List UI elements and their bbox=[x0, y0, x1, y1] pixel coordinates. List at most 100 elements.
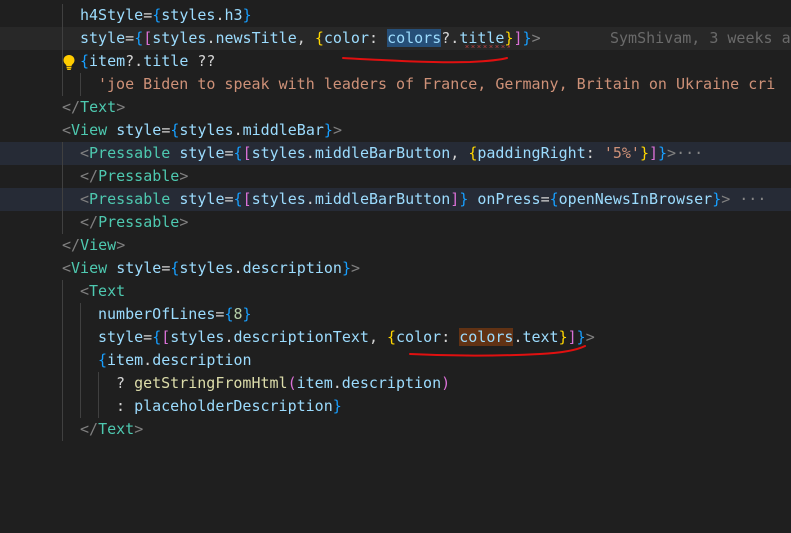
code-line[interactable]: <View style={styles.description}> bbox=[0, 257, 791, 280]
token: < bbox=[80, 282, 90, 300]
token: description bbox=[152, 351, 252, 369]
indent-guide bbox=[62, 280, 63, 303]
token: item bbox=[107, 351, 144, 369]
code-text: <Pressable style={[styles.middleBarButto… bbox=[80, 142, 703, 165]
token: ] bbox=[513, 29, 523, 47]
token: . bbox=[233, 121, 243, 139]
indent-guide bbox=[62, 50, 63, 73]
code-line-folded[interactable]: <Pressable style={[styles.middleBarButto… bbox=[0, 188, 791, 211]
code-line[interactable]: </Pressable> bbox=[0, 165, 791, 188]
token: } bbox=[712, 190, 722, 208]
token: : bbox=[585, 144, 604, 162]
token: style bbox=[116, 121, 162, 139]
token: Pressable bbox=[98, 213, 180, 231]
token: style bbox=[116, 259, 162, 277]
code-line[interactable]: ? getStringFromHtml(item.description) bbox=[0, 372, 791, 395]
token: > bbox=[116, 236, 126, 254]
token: } bbox=[459, 190, 469, 208]
token: { bbox=[549, 190, 559, 208]
token: Text bbox=[98, 420, 135, 438]
indent-guide bbox=[98, 395, 99, 418]
token: } bbox=[323, 121, 333, 139]
code-line[interactable]: h4Style={styles.h3} bbox=[0, 4, 791, 27]
indent-guide bbox=[98, 372, 99, 395]
token: { bbox=[98, 351, 108, 369]
token: . bbox=[143, 351, 153, 369]
indent-guide bbox=[62, 395, 63, 418]
token: ] bbox=[450, 190, 460, 208]
token: , bbox=[450, 144, 469, 162]
code-line[interactable]: : placeholderDescription} bbox=[0, 395, 791, 418]
code-line[interactable]: {item.description bbox=[0, 349, 791, 372]
token: = bbox=[224, 190, 234, 208]
indent-guide bbox=[62, 27, 63, 50]
code-text: 'joe Biden to speak with leaders of Fran… bbox=[98, 73, 775, 96]
code-text: {item.description bbox=[98, 349, 252, 372]
token: Pressable bbox=[89, 144, 171, 162]
fold-ellipsis-icon[interactable]: ··· bbox=[730, 190, 766, 208]
indent-guide bbox=[80, 349, 81, 372]
token: = bbox=[224, 144, 234, 162]
token: { bbox=[233, 190, 243, 208]
code-line[interactable]: </Text> bbox=[0, 96, 791, 119]
code-text: <View style={styles.middleBar}> bbox=[62, 119, 342, 142]
token: > bbox=[332, 121, 342, 139]
error-squiggle bbox=[464, 45, 510, 48]
token: descriptionText bbox=[233, 328, 369, 346]
token: item bbox=[296, 374, 333, 392]
code-text: <View style={styles.description}> bbox=[62, 257, 360, 280]
token: [ bbox=[143, 29, 153, 47]
token: middleBar bbox=[242, 121, 324, 139]
token: } bbox=[242, 6, 252, 24]
code-line[interactable]: numberOfLines={8} bbox=[0, 303, 791, 326]
indent-guide bbox=[80, 303, 81, 326]
token: } bbox=[658, 144, 668, 162]
indent-guide bbox=[80, 395, 81, 418]
code-text: </Text> bbox=[80, 418, 143, 441]
token: { bbox=[233, 144, 243, 162]
code-line[interactable]: <Text bbox=[0, 280, 791, 303]
code-line[interactable]: style={[styles.descriptionText, {color: … bbox=[0, 326, 791, 349]
token: styles bbox=[179, 259, 234, 277]
indent-guide bbox=[62, 165, 63, 188]
code-line[interactable]: </View> bbox=[0, 234, 791, 257]
lightbulb-icon[interactable] bbox=[8, 31, 75, 70]
token: middleBarButton bbox=[314, 144, 451, 162]
code-line-current[interactable]: style={[styles.newsTitle, {color: colors… bbox=[0, 27, 791, 70]
token: ) bbox=[441, 374, 451, 392]
fold-ellipsis-icon[interactable]: ··· bbox=[676, 144, 703, 162]
token: ] bbox=[648, 144, 658, 162]
code-line-folded[interactable]: <Pressable style={[styles.middleBarButto… bbox=[0, 142, 791, 165]
token: . bbox=[233, 259, 243, 277]
code-line[interactable]: </Text> bbox=[0, 418, 791, 441]
code-line[interactable]: <View style={styles.middleBar}> bbox=[0, 119, 791, 142]
code-line[interactable]: {item?.title ?? bbox=[0, 50, 791, 73]
code-line[interactable]: </Pressable> bbox=[0, 211, 791, 234]
token: View bbox=[71, 259, 108, 277]
code-editor[interactable]: h4Style={styles.h3} style={[styles.newsT… bbox=[0, 0, 791, 441]
code-line[interactable]: 'joe Biden to speak with leaders of Fran… bbox=[0, 73, 791, 96]
token: 8 bbox=[233, 305, 243, 323]
selected-token: colors bbox=[459, 328, 514, 346]
token: styles bbox=[152, 29, 207, 47]
token: onPress bbox=[477, 190, 541, 208]
token: > bbox=[351, 259, 361, 277]
token: > bbox=[179, 167, 189, 185]
token: ?. bbox=[441, 29, 460, 47]
token: </ bbox=[80, 167, 99, 185]
token: style bbox=[179, 144, 225, 162]
token: } bbox=[341, 259, 351, 277]
token: = bbox=[125, 29, 135, 47]
git-blame-annotation: SymShivam, 3 weeks a bbox=[610, 29, 791, 47]
indent-guide bbox=[62, 142, 63, 165]
indent-guide bbox=[62, 188, 63, 211]
token: </ bbox=[80, 420, 99, 438]
token: Pressable bbox=[98, 167, 180, 185]
token: : bbox=[369, 29, 388, 47]
token: } bbox=[242, 305, 252, 323]
token: } bbox=[522, 29, 532, 47]
token: '5%' bbox=[603, 144, 640, 162]
token: < bbox=[80, 144, 90, 162]
